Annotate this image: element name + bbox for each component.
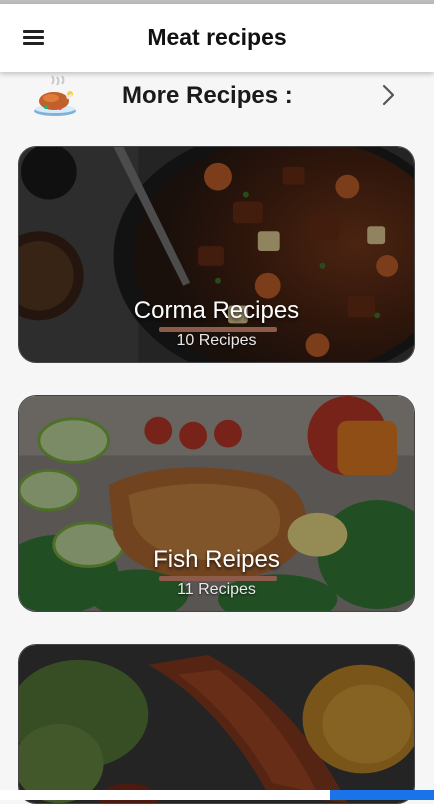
card-recipe-count: 11 Recipes [177,581,256,598]
card-overlay [19,645,414,803]
chevron-right-icon[interactable] [376,82,400,108]
bottom-banner-action[interactable] [330,790,434,800]
card-title: Fish Reipes [153,546,280,573]
roast-turkey-icon [34,75,76,116]
card-recipe-count: 10 Recipes [176,332,257,349]
app-bar: Meat recipes [0,4,434,72]
card-title: Corma Recipes [133,297,300,324]
recipe-card-third[interactable] [18,644,415,804]
recipe-card-corma[interactable]: Corma Recipes 10 Recipes [18,146,415,363]
more-recipes-row[interactable]: More Recipes : [0,72,434,124]
page-title: Meat recipes [147,24,287,50]
recipe-card-fish[interactable]: Fish Reipes 11 Recipes [18,395,415,612]
bottom-banner [0,790,330,800]
more-recipes-label: More Recipes : [122,82,293,109]
